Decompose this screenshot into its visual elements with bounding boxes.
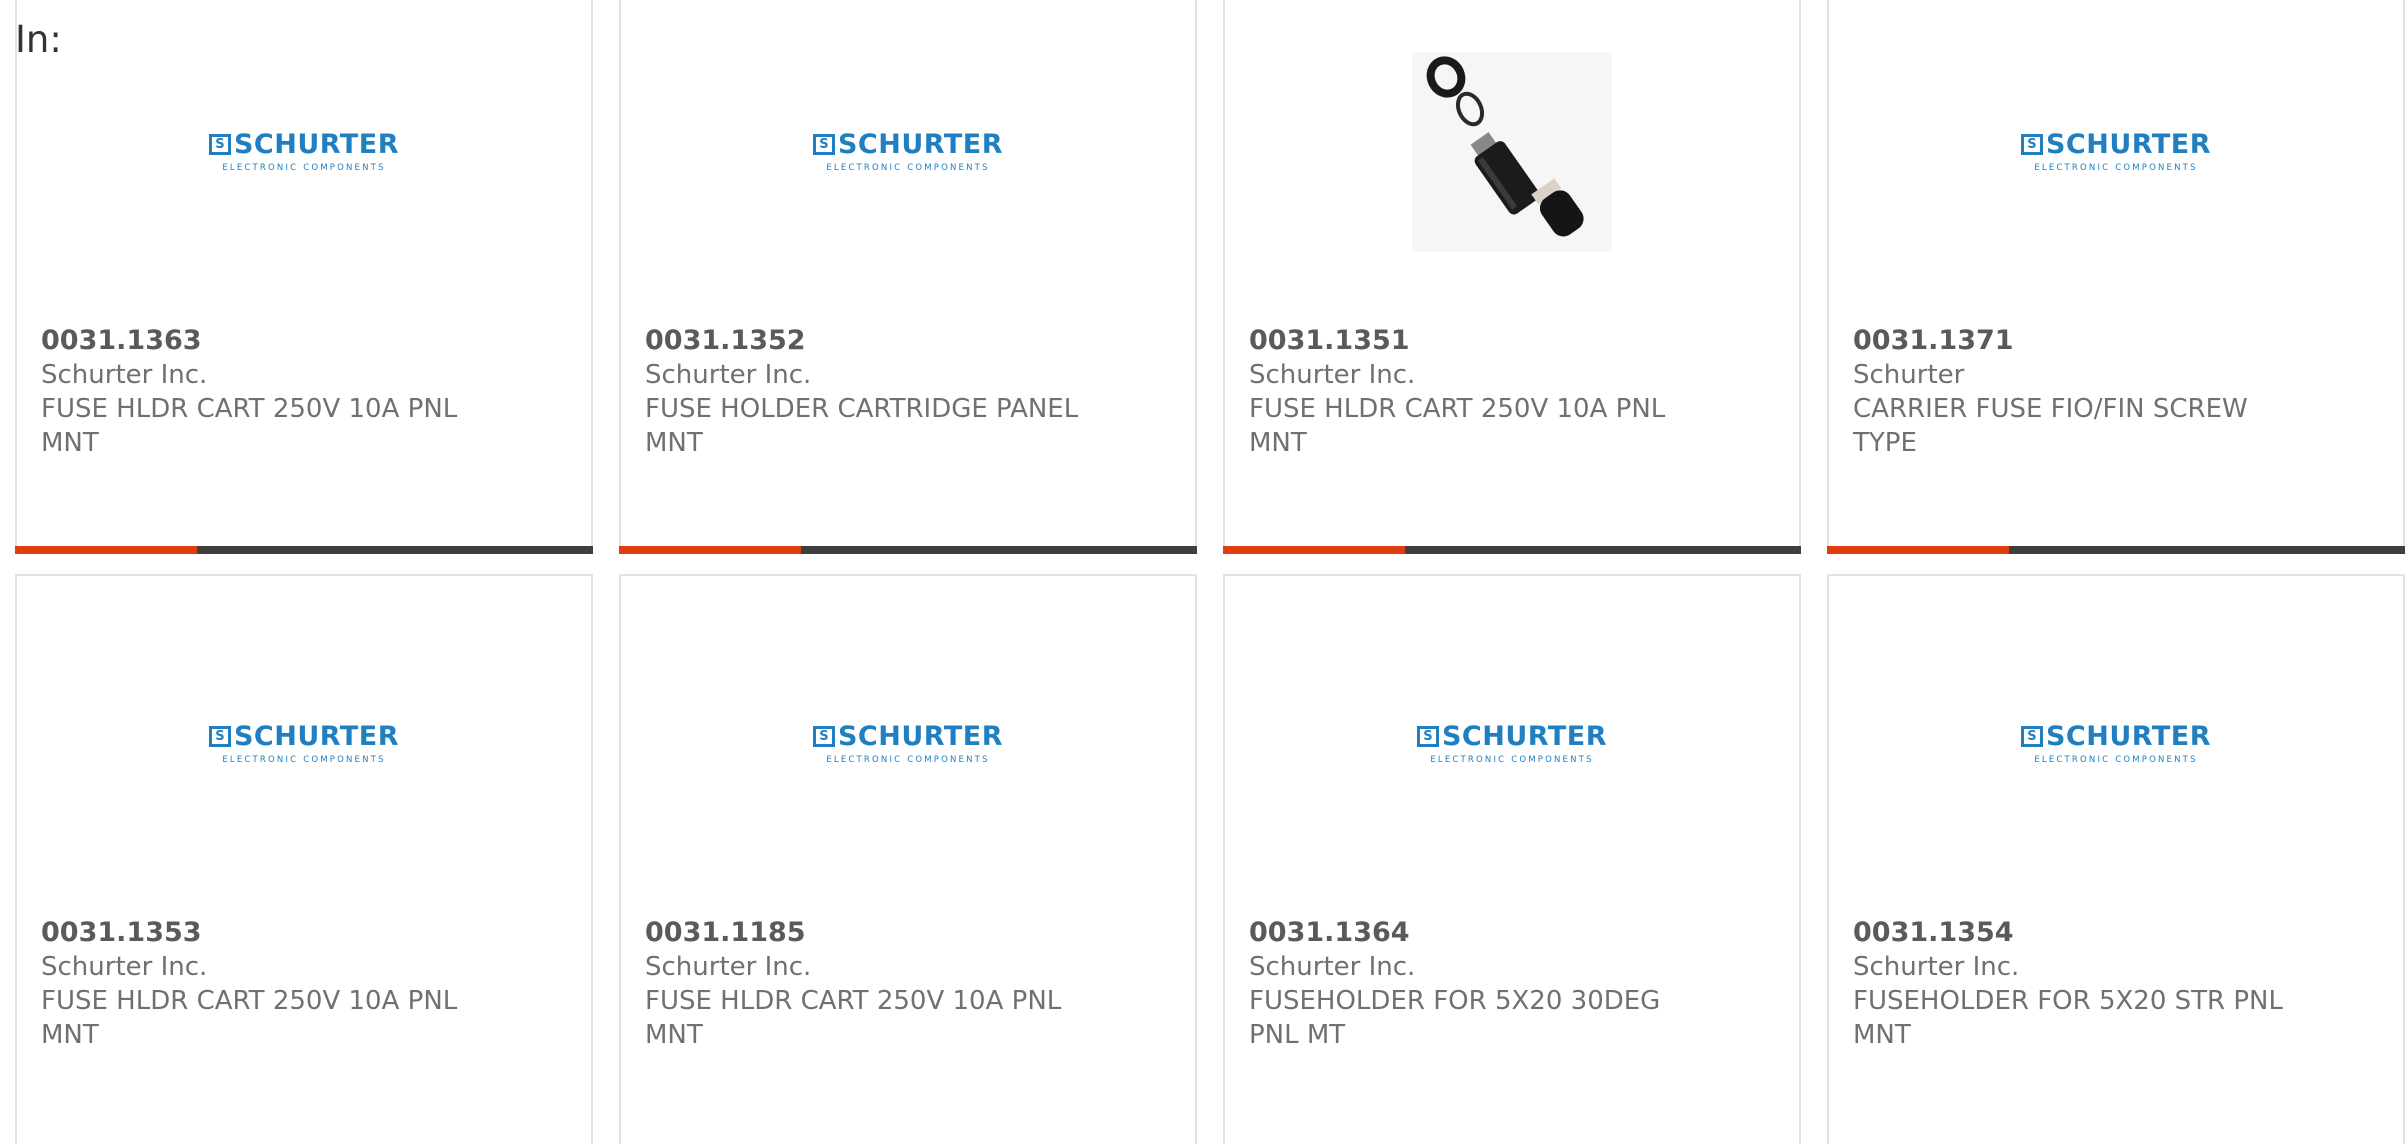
schurter-logo: S SCHURTER ELECTRONIC COMPONENTS: [208, 721, 399, 765]
part-number[interactable]: 0031.1354: [1853, 916, 2379, 950]
schurter-logo-mark: S: [208, 134, 231, 155]
card-bottom-bar: [1827, 546, 2405, 554]
schurter-logo-mark: S: [2020, 134, 2043, 155]
schurter-logo: S SCHURTER ELECTRONIC COMPONENTS: [208, 129, 399, 173]
product-description: FUSE HLDR CART 250V 10A PNL MNT: [645, 986, 1062, 1050]
product-description: FUSEHOLDER FOR 5X20 30DEG PNL MT: [1249, 986, 1661, 1050]
schurter-logo-name: SCHURTER: [837, 129, 1003, 160]
product-description: FUSE HLDR CART 250V 10A PNL MNT: [41, 986, 458, 1050]
part-number[interactable]: 0031.1371: [1853, 324, 2379, 358]
product-image: S SCHURTER ELECTRONIC COMPONENTS: [1225, 638, 1799, 850]
manufacturer: Schurter Inc.: [41, 952, 208, 982]
product-card[interactable]: S SCHURTER ELECTRONIC COMPONENTS 0031.13…: [15, 0, 593, 554]
schurter-logo-name: SCHURTER: [1441, 721, 1607, 752]
schurter-logo-mark: S: [812, 134, 835, 155]
product-image: S SCHURTER ELECTRONIC COMPONENTS: [17, 638, 591, 850]
fuse-holder-photo: [1412, 52, 1612, 252]
schurter-logo-name: SCHURTER: [2045, 721, 2211, 752]
product-image: S SCHURTER ELECTRONIC COMPONENTS: [621, 46, 1195, 258]
product-image: S SCHURTER ELECTRONIC COMPONENTS: [17, 46, 591, 258]
product-card[interactable]: S SCHURTER ELECTRONIC COMPONENTS 0031.11…: [619, 574, 1197, 1144]
product-card[interactable]: S SCHURTER ELECTRONIC COMPONENTS 0031.13…: [1223, 574, 1801, 1144]
product-card[interactable]: S SCHURTER ELECTRONIC COMPONENTS 0031.13…: [1827, 0, 2405, 554]
schurter-logo-tagline: ELECTRONIC COMPONENTS: [222, 163, 386, 173]
card-bar-accent: [1827, 546, 2009, 554]
part-number[interactable]: 0031.1185: [645, 916, 1171, 950]
card-bottom-bar: [1223, 546, 1801, 554]
page-heading: In:: [15, 18, 62, 61]
part-number[interactable]: 0031.1351: [1249, 324, 1775, 358]
manufacturer: Schurter Inc.: [1249, 360, 1416, 390]
part-number[interactable]: 0031.1363: [41, 324, 567, 358]
schurter-logo-name: SCHURTER: [233, 129, 399, 160]
manufacturer: Schurter Inc.: [645, 360, 812, 390]
part-number[interactable]: 0031.1364: [1249, 916, 1775, 950]
schurter-logo-tagline: ELECTRONIC COMPONENTS: [1430, 755, 1594, 765]
schurter-logo-name: SCHURTER: [233, 721, 399, 752]
schurter-logo: S SCHURTER ELECTRONIC COMPONENTS: [2020, 721, 2211, 765]
schurter-logo: S SCHURTER ELECTRONIC COMPONENTS: [2020, 129, 2211, 173]
schurter-logo-mark: S: [1416, 726, 1439, 747]
card-bar-accent: [15, 546, 197, 554]
schurter-logo-mark: S: [812, 726, 835, 747]
product-card[interactable]: S SCHURTER ELECTRONIC COMPONENTS 0031.13…: [619, 0, 1197, 554]
schurter-logo-tagline: ELECTRONIC COMPONENTS: [826, 163, 990, 173]
product-card[interactable]: S SCHURTER ELECTRONIC COMPONENTS 0031.13…: [15, 574, 593, 1144]
part-number[interactable]: 0031.1353: [41, 916, 567, 950]
schurter-logo-name: SCHURTER: [837, 721, 1003, 752]
product-card[interactable]: S SCHURTER ELECTRONIC COMPONENTS 0031.13…: [1827, 574, 2405, 1144]
manufacturer: Schurter Inc.: [1249, 952, 1416, 982]
card-bottom-bar: [619, 546, 1197, 554]
product-description: FUSE HOLDER CARTRIDGE PANEL MNT: [645, 394, 1079, 458]
schurter-logo: S SCHURTER ELECTRONIC COMPONENTS: [1416, 721, 1607, 765]
schurter-logo: S SCHURTER ELECTRONIC COMPONENTS: [812, 721, 1003, 765]
product-image: S SCHURTER ELECTRONIC COMPONENTS: [621, 638, 1195, 850]
product-card[interactable]: 0031.1351 Schurter Inc. FUSE HLDR CART 2…: [1223, 0, 1801, 554]
product-image: [1225, 46, 1799, 258]
manufacturer: Schurter: [1853, 360, 1965, 390]
part-number[interactable]: 0031.1352: [645, 324, 1171, 358]
manufacturer: Schurter Inc.: [645, 952, 812, 982]
product-grid: S SCHURTER ELECTRONIC COMPONENTS 0031.13…: [0, 0, 2408, 1144]
product-image: S SCHURTER ELECTRONIC COMPONENTS: [1829, 638, 2403, 850]
card-bottom-bar: [15, 546, 593, 554]
schurter-logo-tagline: ELECTRONIC COMPONENTS: [2034, 163, 2198, 173]
product-description: FUSE HLDR CART 250V 10A PNL MNT: [1249, 394, 1666, 458]
product-image: S SCHURTER ELECTRONIC COMPONENTS: [1829, 46, 2403, 258]
schurter-logo-name: SCHURTER: [2045, 129, 2211, 160]
schurter-logo-mark: S: [2020, 726, 2043, 747]
card-bar-accent: [619, 546, 801, 554]
card-bar-accent: [1223, 546, 1405, 554]
schurter-logo-tagline: ELECTRONIC COMPONENTS: [222, 755, 386, 765]
product-description: CARRIER FUSE FIO/FIN SCREW TYPE: [1853, 394, 2248, 458]
schurter-logo-tagline: ELECTRONIC COMPONENTS: [826, 755, 990, 765]
schurter-logo: S SCHURTER ELECTRONIC COMPONENTS: [812, 129, 1003, 173]
product-description: FUSE HLDR CART 250V 10A PNL MNT: [41, 394, 458, 458]
manufacturer: Schurter Inc.: [1853, 952, 2020, 982]
schurter-logo-mark: S: [208, 726, 231, 747]
product-description: FUSEHOLDER FOR 5X20 STR PNL MNT: [1853, 986, 2283, 1050]
schurter-logo-tagline: ELECTRONIC COMPONENTS: [2034, 755, 2198, 765]
manufacturer: Schurter Inc.: [41, 360, 208, 390]
